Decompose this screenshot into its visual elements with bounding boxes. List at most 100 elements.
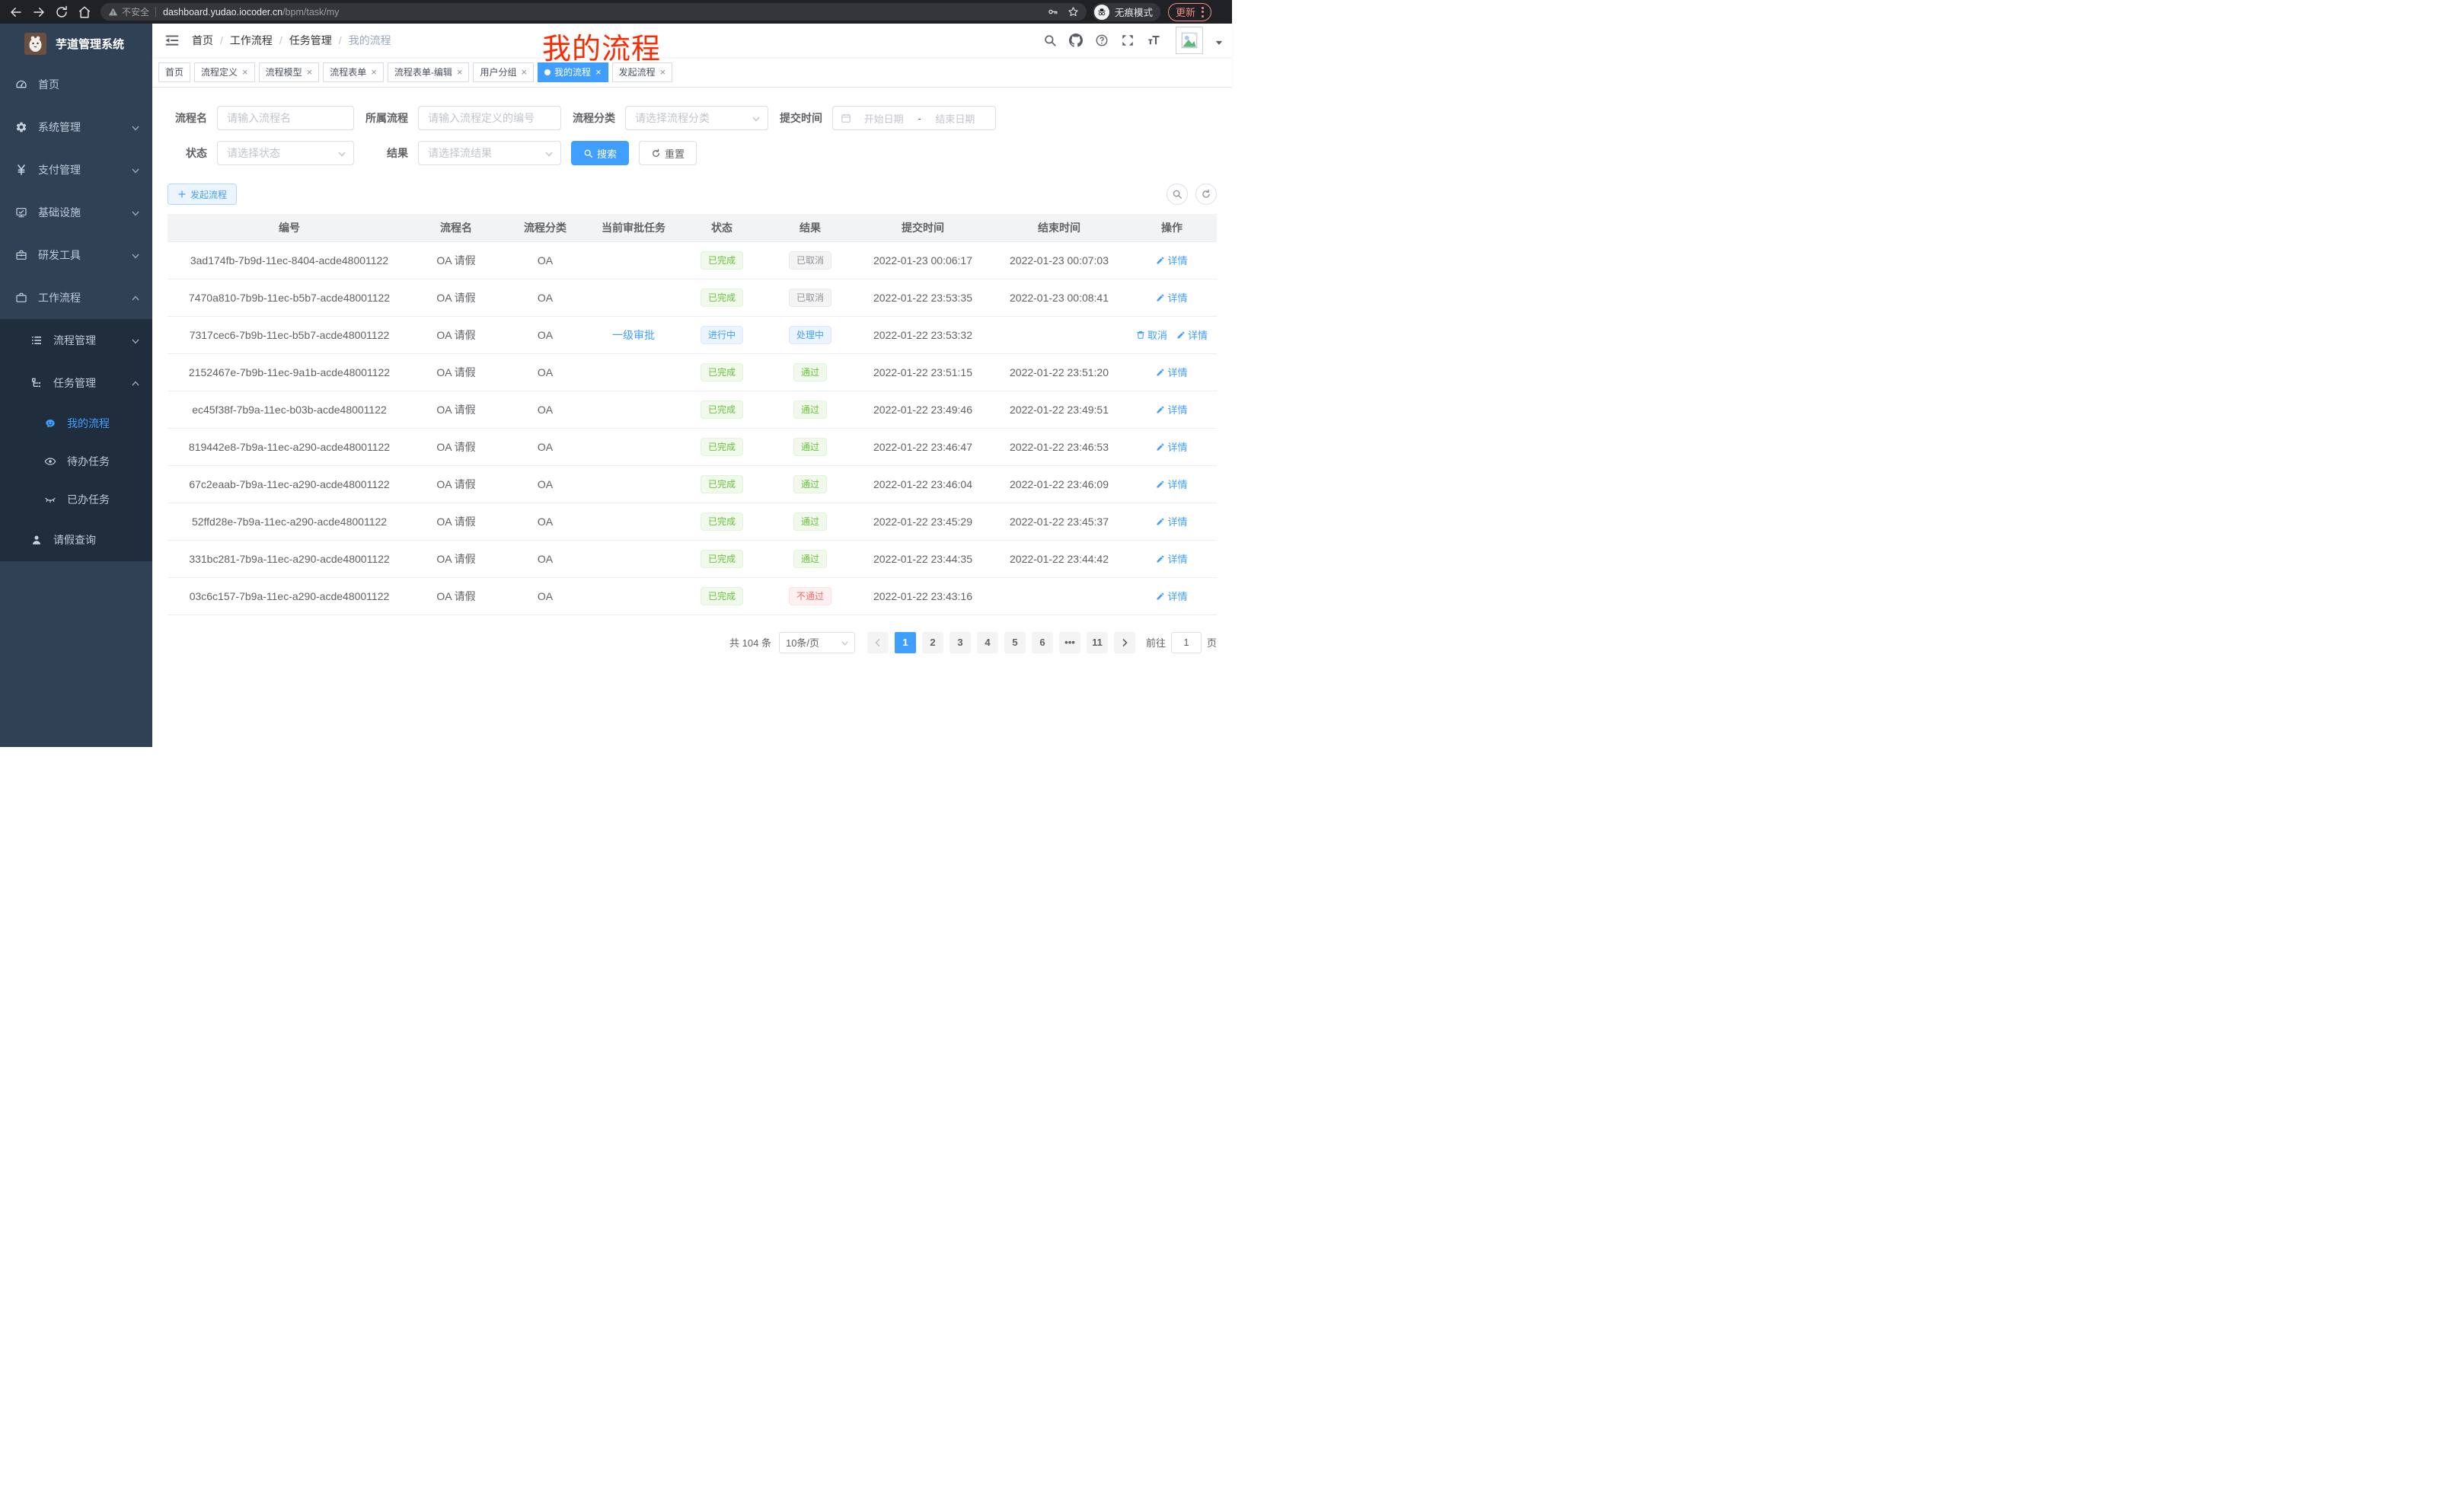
- help-icon[interactable]: [1095, 34, 1109, 47]
- tab-close-icon[interactable]: ×: [307, 67, 313, 77]
- page-button-6[interactable]: 6: [1032, 632, 1053, 653]
- page-size-select[interactable]: 10条/页: [779, 632, 855, 653]
- github-icon[interactable]: [1069, 34, 1083, 47]
- sidebar-item-briefcase[interactable]: 工作流程: [0, 276, 152, 319]
- category-select[interactable]: 请选择流程分类: [625, 106, 768, 130]
- cell-id: 7470a810-7b9b-11ec-b5b7-acde48001122: [168, 279, 411, 316]
- tab-close-icon[interactable]: ×: [521, 67, 527, 77]
- sidebar-item-user[interactable]: 请假查询: [0, 519, 152, 561]
- cell-process-name: OA 请假: [411, 577, 501, 615]
- update-button[interactable]: 更新: [1168, 3, 1211, 21]
- tab-home[interactable]: 首页: [158, 62, 190, 82]
- cell-category: OA: [501, 279, 589, 316]
- sidebar-item-monitor[interactable]: 基础设施: [0, 191, 152, 234]
- forward-icon[interactable]: [32, 5, 46, 19]
- page-ellipsis[interactable]: •••: [1059, 632, 1080, 653]
- cell-result-badge: 已取消: [789, 251, 831, 270]
- tab-close-icon[interactable]: ×: [371, 67, 377, 77]
- tab-6[interactable]: 我的流程×: [538, 62, 608, 82]
- tab-close-icon[interactable]: ×: [457, 67, 463, 77]
- key-icon[interactable]: [1047, 6, 1058, 18]
- cell-actions: 详情: [1127, 503, 1217, 540]
- status-select[interactable]: 请选择状态: [217, 141, 354, 165]
- cell-status: 进行中: [678, 316, 766, 353]
- breadcrumb-separator: /: [220, 34, 223, 46]
- definition-input[interactable]: [418, 106, 561, 130]
- fullscreen-icon[interactable]: [1121, 34, 1135, 47]
- user-avatar[interactable]: [1176, 27, 1203, 54]
- column-header: 操作: [1127, 214, 1217, 241]
- breadcrumb-item[interactable]: 首页: [192, 33, 213, 48]
- chevron-down-icon: [337, 148, 346, 158]
- page-button-11[interactable]: 11: [1087, 632, 1108, 653]
- page-button-5[interactable]: 5: [1004, 632, 1026, 653]
- prev-page-button[interactable]: [867, 632, 889, 653]
- sidebar-item-orgtree[interactable]: 任务管理: [0, 362, 152, 404]
- next-page-button[interactable]: [1114, 632, 1135, 653]
- browser-menu-icon[interactable]: [1202, 7, 1204, 18]
- sidebar-item-robot[interactable]: 我的流程: [0, 404, 152, 442]
- tab-5[interactable]: 用户分组×: [473, 62, 534, 82]
- search-button[interactable]: 搜索: [571, 141, 629, 165]
- security-label[interactable]: 不安全: [122, 5, 149, 18]
- tab-close-icon[interactable]: ×: [595, 67, 602, 77]
- breadcrumb-item[interactable]: 工作流程: [230, 33, 273, 48]
- tab-close-icon[interactable]: ×: [660, 67, 666, 77]
- detail-link[interactable]: 详情: [1176, 327, 1208, 342]
- tab-3[interactable]: 流程表单×: [323, 62, 384, 82]
- cell-submit-time: 2022-01-22 23:43:16: [854, 577, 991, 615]
- back-icon[interactable]: [9, 5, 23, 19]
- search-icon[interactable]: [1043, 34, 1057, 47]
- detail-link[interactable]: 详情: [1156, 589, 1187, 603]
- tab-1[interactable]: 流程定义×: [194, 62, 255, 82]
- result-select[interactable]: 请选择流结果: [418, 141, 561, 165]
- detail-link[interactable]: 详情: [1156, 365, 1187, 379]
- tab-2[interactable]: 流程模型×: [259, 62, 320, 82]
- detail-link[interactable]: 详情: [1156, 290, 1187, 305]
- create-process-button[interactable]: 发起流程: [168, 184, 237, 205]
- breadcrumb-separator: /: [339, 34, 342, 46]
- reload-icon[interactable]: [55, 5, 69, 19]
- bookmark-star-icon[interactable]: [1068, 6, 1079, 18]
- detail-link[interactable]: 详情: [1156, 514, 1187, 528]
- breadcrumb-item[interactable]: 任务管理: [289, 33, 332, 48]
- current-task-link[interactable]: 一级审批: [612, 329, 655, 341]
- page-button-1[interactable]: 1: [895, 632, 916, 653]
- detail-link[interactable]: 详情: [1156, 402, 1187, 417]
- chevron-down-icon[interactable]: [1215, 37, 1223, 44]
- hamburger-icon[interactable]: [164, 33, 180, 48]
- tab-close-icon[interactable]: ×: [242, 67, 248, 77]
- name-input[interactable]: [217, 106, 354, 130]
- font-size-icon[interactable]: [1147, 34, 1160, 47]
- url-text[interactable]: dashboard.yudao.iocoder.cn/bpm/task/my: [163, 7, 339, 18]
- address-bar[interactable]: 不安全 dashboard.yudao.iocoder.cn/bpm/task/…: [101, 3, 1087, 21]
- sidebar-item-eyeclosed[interactable]: 已办任务: [0, 480, 152, 519]
- cell-result-badge: 已取消: [789, 289, 831, 307]
- tab-7[interactable]: 发起流程×: [612, 62, 673, 82]
- page-button-3[interactable]: 3: [950, 632, 971, 653]
- sidebar-item-yen[interactable]: 支付管理: [0, 148, 152, 191]
- robot-icon: [44, 417, 56, 429]
- toggle-search-button[interactable]: [1167, 184, 1188, 205]
- date-range-picker[interactable]: 开始日期 - 结束日期: [832, 106, 996, 130]
- cancel-link[interactable]: 取消: [1136, 327, 1167, 342]
- detail-link[interactable]: 详情: [1156, 551, 1187, 566]
- detail-link[interactable]: 详情: [1156, 477, 1187, 491]
- page-jump-input[interactable]: [1171, 632, 1202, 653]
- home-icon[interactable]: [78, 5, 91, 19]
- page-button-2[interactable]: 2: [922, 632, 943, 653]
- sidebar-item-dashboard[interactable]: 首页: [0, 63, 152, 106]
- refresh-table-button[interactable]: [1195, 184, 1217, 205]
- browser-toolbar: 不安全 dashboard.yudao.iocoder.cn/bpm/task/…: [0, 0, 1232, 24]
- detail-link[interactable]: 详情: [1156, 439, 1187, 454]
- page-button-4[interactable]: 4: [977, 632, 998, 653]
- detail-link[interactable]: 详情: [1156, 253, 1187, 267]
- sidebar-item-listtree[interactable]: 流程管理: [0, 319, 152, 362]
- sidebar-item-eyeopen[interactable]: 待办任务: [0, 442, 152, 480]
- sidebar-item-gear[interactable]: 系统管理: [0, 106, 152, 148]
- reset-button[interactable]: 重置: [639, 141, 697, 165]
- tab-4[interactable]: 流程表单-编辑×: [388, 62, 470, 82]
- sidebar-item-label: 研发工具: [38, 247, 81, 263]
- sidebar-item-toolbox[interactable]: 研发工具: [0, 234, 152, 276]
- sidebar-item-label: 已办任务: [67, 492, 110, 507]
